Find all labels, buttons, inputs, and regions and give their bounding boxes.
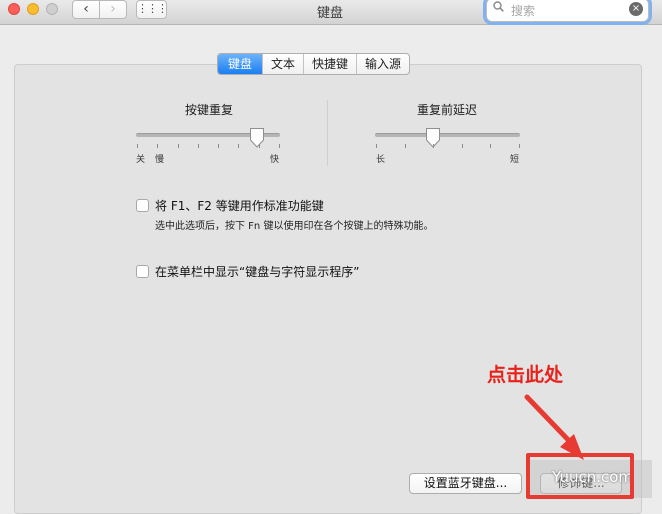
- menubar-viewer-checkbox[interactable]: [136, 265, 149, 278]
- key-repeat-label-fast: 快: [270, 155, 280, 165]
- chevron-left-icon: ‹: [83, 1, 89, 17]
- key-repeat-tick: [157, 144, 159, 148]
- key-repeat-tick: [177, 144, 179, 148]
- search-placeholder: 搜索: [511, 4, 536, 18]
- repeat-delay-tick: [376, 144, 377, 148]
- back-button[interactable]: ‹: [72, 0, 100, 19]
- key-repeat-tick: [238, 144, 240, 148]
- tab-text[interactable]: 文本: [263, 54, 305, 74]
- repeat-delay-tick: [461, 144, 463, 148]
- key-repeat-title: 按键重复: [184, 103, 233, 117]
- setup-bluetooth-keyboard-button[interactable]: 设置蓝牙键盘...: [409, 473, 522, 494]
- minimize-window-button[interactable]: [27, 3, 39, 15]
- clear-search-icon[interactable]: ×: [629, 2, 643, 16]
- repeat-delay-label-short: 短: [510, 155, 520, 165]
- tab-keyboard[interactable]: 键盘: [218, 54, 264, 74]
- slider-divider: [327, 100, 328, 166]
- forward-button[interactable]: ›: [99, 0, 127, 19]
- grid-icon: ⋮⋮⋮: [137, 2, 168, 15]
- repeat-delay-tick: [433, 144, 435, 148]
- key-repeat-thumb[interactable]: [249, 127, 265, 149]
- repeat-delay-tick: [490, 144, 492, 148]
- close-window-button[interactable]: [8, 3, 20, 15]
- chevron-right-icon: ›: [110, 1, 116, 17]
- zoom-window-button[interactable]: [46, 3, 58, 15]
- show-all-button[interactable]: ⋮⋮⋮: [136, 0, 168, 19]
- search-icon: [493, 1, 504, 15]
- annotation-highlight-box: [526, 453, 634, 499]
- key-repeat-tick: [258, 144, 260, 148]
- tab-shortcuts[interactable]: 快捷键: [304, 54, 358, 74]
- window-title: 键盘: [316, 6, 343, 21]
- key-repeat-tick: [197, 144, 199, 148]
- fn-keys-label[interactable]: 将 F1、F2 等键用作标准功能键: [155, 197, 324, 214]
- tab-input-sources[interactable]: 输入源: [357, 54, 409, 74]
- fn-keys-description: 选中此选项后，按下 Fn 键以使用印在各个按键上的特殊功能。: [155, 221, 434, 232]
- fn-keys-checkbox[interactable]: [136, 199, 149, 212]
- annotation-text: 点击此处: [487, 364, 564, 386]
- title-bar: ‹ › ⋮⋮⋮ 键盘 搜索 ×: [0, 0, 662, 25]
- repeat-delay-title: 重复前延迟: [416, 103, 477, 117]
- tab-bar: 键盘 文本 快捷键 输入源: [217, 53, 411, 75]
- key-repeat-tick: [137, 144, 138, 148]
- keyboard-settings-panel: [14, 64, 642, 514]
- key-repeat-tick: [279, 144, 280, 148]
- search-field[interactable]: 搜索 ×: [486, 0, 649, 22]
- repeat-delay-tick: [404, 144, 406, 148]
- repeat-delay-label-long: 长: [376, 155, 386, 165]
- key-repeat-label-off: 关: [136, 155, 146, 165]
- key-repeat-tick: [218, 144, 220, 148]
- repeat-delay-tick: [519, 144, 520, 148]
- repeat-delay-track[interactable]: [375, 133, 520, 137]
- key-repeat-label-slow: 慢: [155, 155, 165, 165]
- menubar-viewer-label[interactable]: 在菜单栏中显示“键盘与字符显示程序”: [155, 263, 359, 280]
